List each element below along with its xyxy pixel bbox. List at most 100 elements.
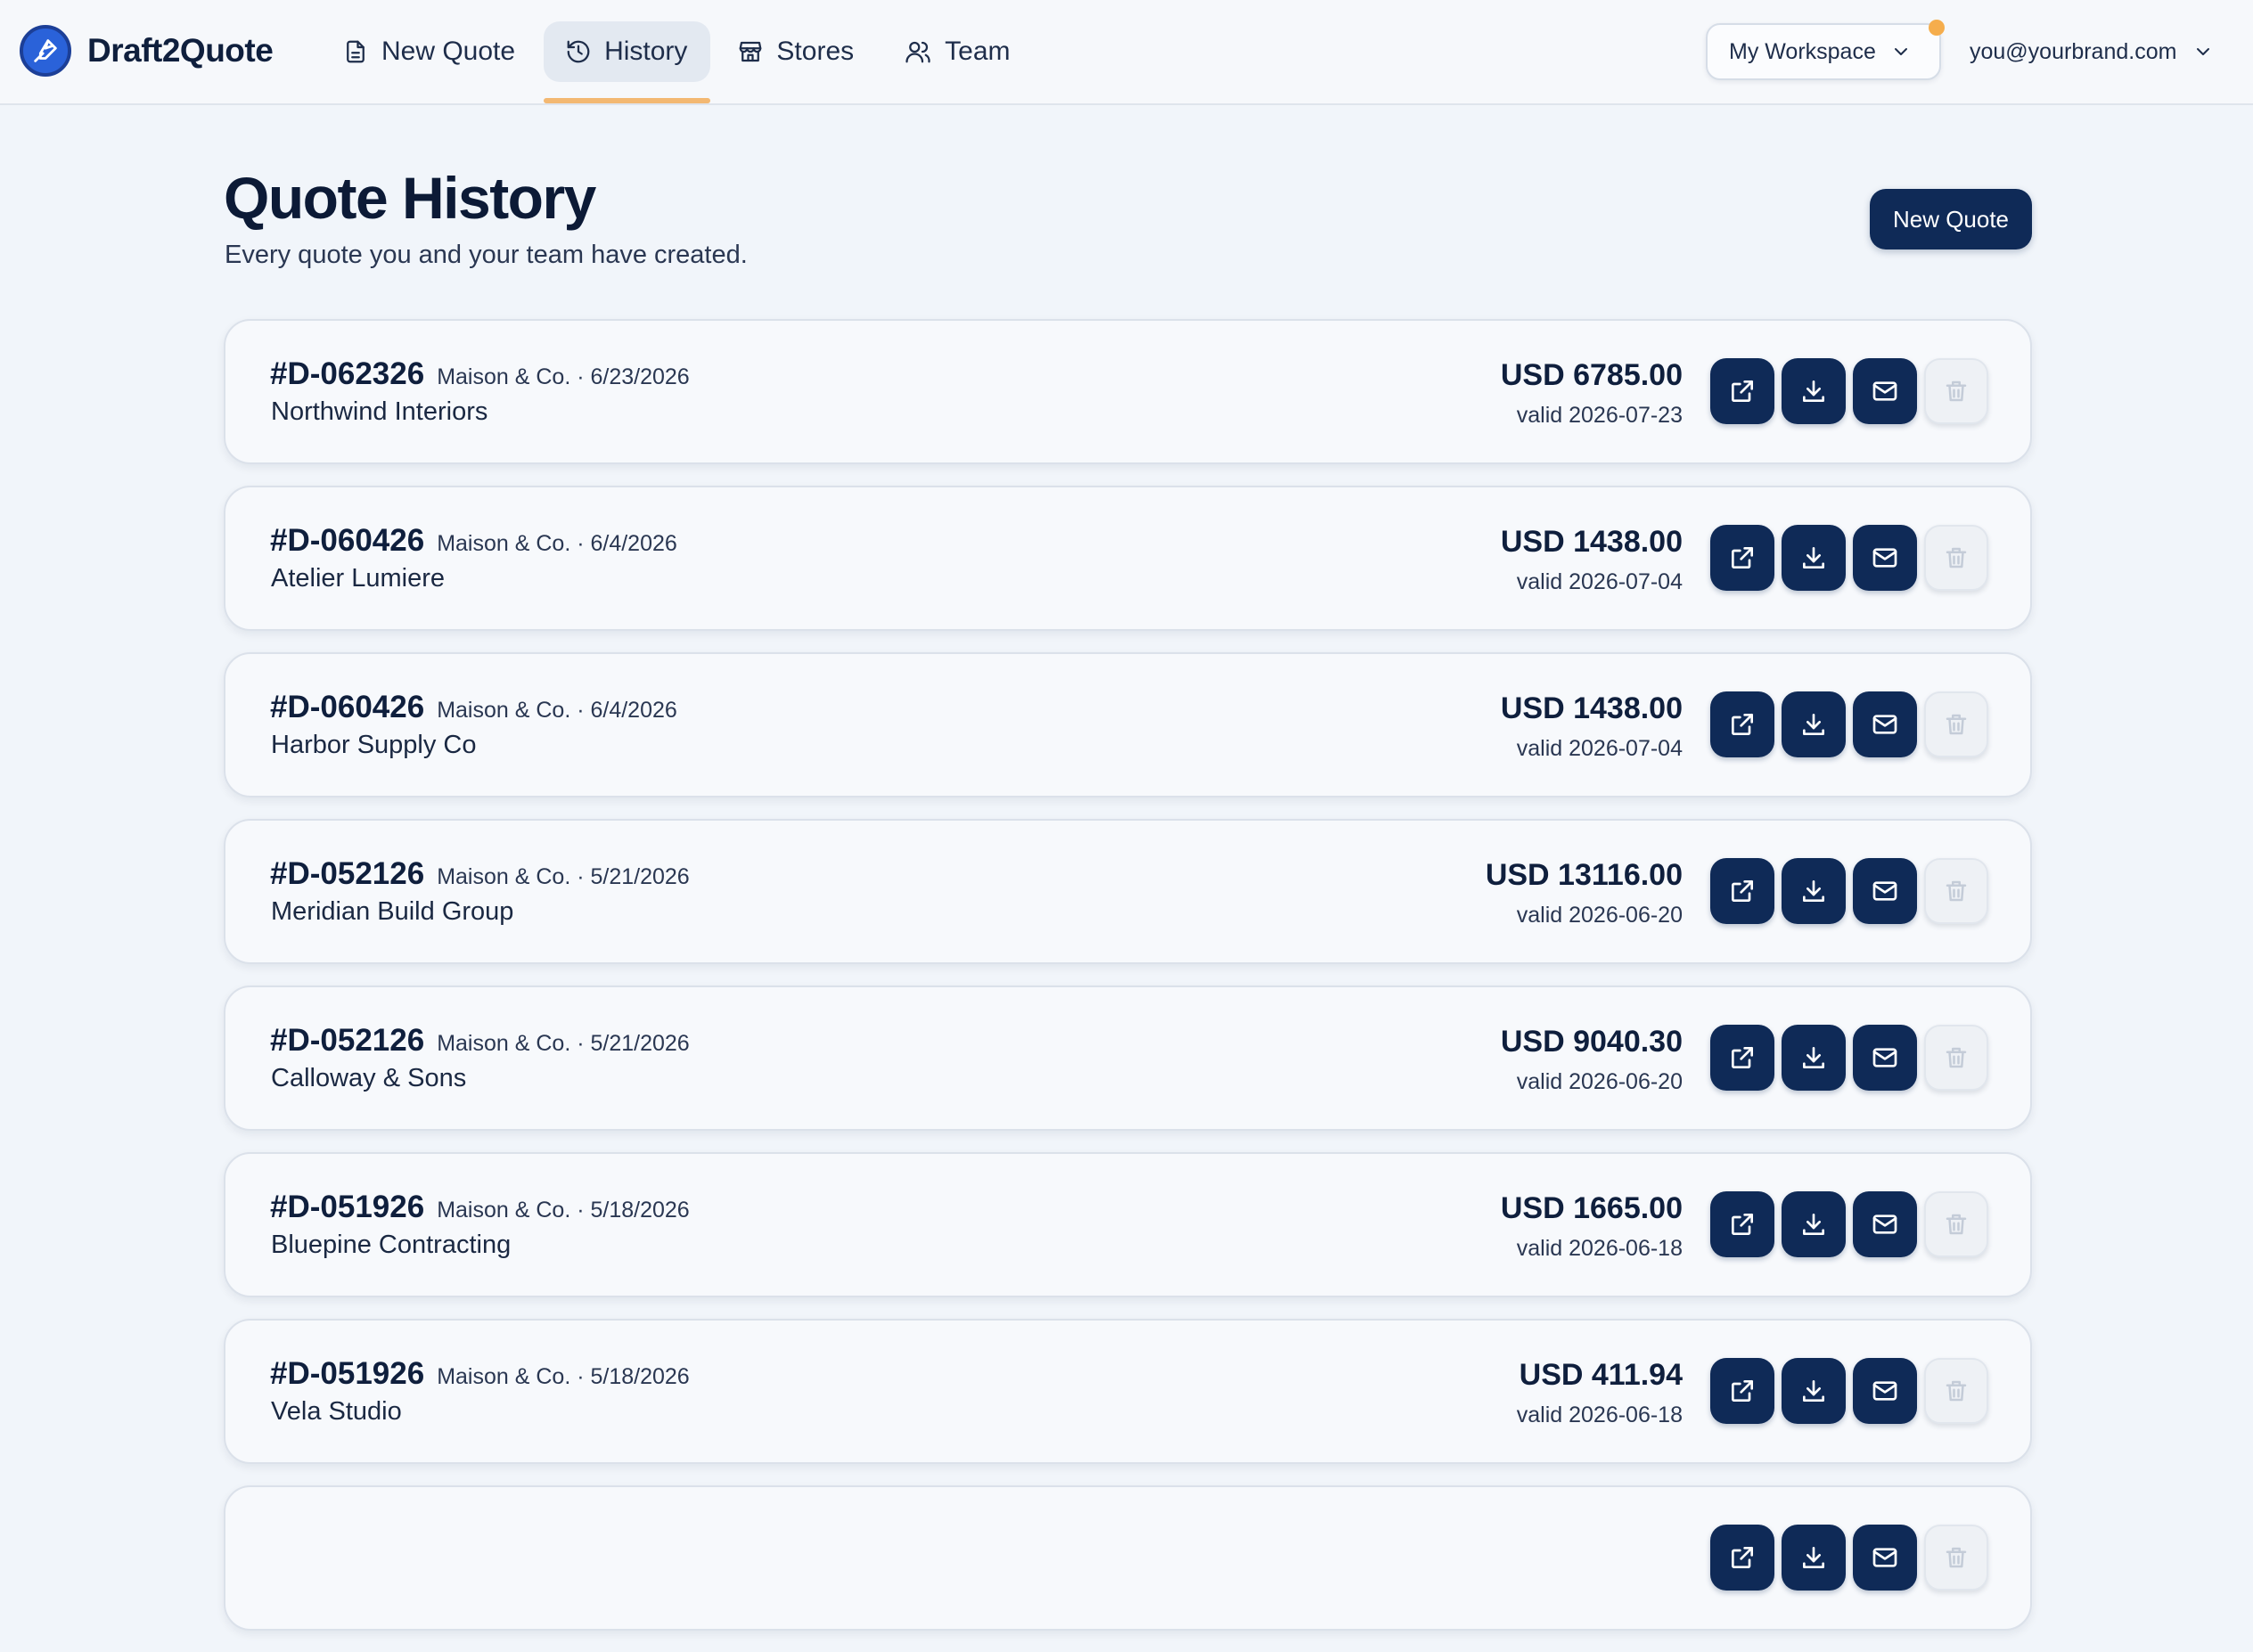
trash-icon — [1946, 547, 1967, 568]
email-button[interactable] — [1853, 1025, 1917, 1091]
trash-icon — [1946, 880, 1967, 902]
download-button[interactable] — [1782, 1191, 1846, 1257]
nav-item-stores[interactable]: Stores — [716, 21, 877, 82]
mail-icon — [1872, 548, 1897, 568]
open-external-button[interactable] — [1710, 1191, 1774, 1257]
quote-client: Meridian Build Group — [271, 897, 514, 926]
quote-header: #D-060426 Maison & Co. · 6/4/2026 — [270, 523, 677, 559]
quote-header: #D-060426 Maison & Co. · 6/4/2026 — [270, 690, 677, 725]
document-icon — [347, 40, 365, 63]
brand[interactable]: Draft2Quote — [20, 25, 274, 77]
quote-id: #D-052126 — [270, 1023, 425, 1058]
open-external-button[interactable] — [1710, 358, 1774, 424]
quote-card[interactable]: #D-060426 Maison & Co. · 6/4/2026 Harbor… — [224, 652, 2032, 797]
quote-valid-until: valid 2026-07-04 — [1516, 736, 1683, 761]
chevron-down-icon — [2197, 48, 2210, 55]
download-button[interactable] — [1782, 1525, 1846, 1591]
nav-item-team[interactable]: Team — [882, 21, 1033, 82]
mail-icon — [1872, 1214, 1897, 1234]
open-external-button[interactable] — [1710, 1525, 1774, 1591]
account-email: you@yourbrand.com — [1970, 38, 2177, 64]
email-button[interactable] — [1853, 358, 1917, 424]
store-icon — [740, 41, 762, 62]
quote-amount: USD 6785.00 — [1500, 358, 1683, 392]
quote-meta: Maison & Co. · 5/21/2026 — [437, 1031, 690, 1056]
quote-amount: USD 13116.00 — [1485, 858, 1683, 892]
email-button[interactable] — [1853, 858, 1917, 924]
quote-card[interactable] — [224, 1485, 2032, 1631]
quote-actions — [1703, 858, 1988, 924]
trash-icon — [1946, 1047, 1967, 1068]
delete-button[interactable] — [1924, 858, 1988, 924]
open-external-button[interactable] — [1710, 691, 1774, 757]
external-link-icon — [1732, 380, 1753, 402]
delete-button[interactable] — [1924, 1025, 1988, 1091]
top-navigation-bar: Draft2Quote New Quote History Stores Tea… — [0, 0, 2253, 105]
open-external-button[interactable] — [1710, 1025, 1774, 1091]
email-button[interactable] — [1853, 1525, 1917, 1591]
quote-client: Vela Studio — [271, 1397, 402, 1426]
trash-icon — [1946, 714, 1967, 735]
nav-label: Team — [945, 37, 1011, 66]
main-nav: New Quote History Stores Team — [321, 21, 1039, 103]
quote-id: #D-052126 — [270, 856, 425, 891]
delete-button[interactable] — [1924, 358, 1988, 424]
quote-valid-until: valid 2026-06-20 — [1516, 1069, 1683, 1094]
quote-meta: Maison & Co. · 5/18/2026 — [437, 1198, 690, 1223]
trash-icon — [1946, 1547, 1967, 1568]
quote-amount: USD 9040.30 — [1500, 1025, 1683, 1059]
email-button[interactable] — [1853, 1358, 1917, 1424]
download-icon — [1803, 547, 1824, 568]
quote-amount: USD 1665.00 — [1500, 1191, 1683, 1225]
page-subtitle: Every quote you and your team have creat… — [225, 241, 748, 269]
users-icon — [905, 41, 930, 63]
download-icon — [1803, 880, 1824, 902]
quote-actions — [1703, 525, 1988, 591]
open-external-button[interactable] — [1710, 525, 1774, 591]
workspace-selector[interactable]: My Workspace — [1706, 20, 1945, 80]
workspace-label: My Workspace — [1729, 38, 1876, 64]
quote-header: #D-051926 Maison & Co. · 5/18/2026 — [270, 1190, 690, 1225]
nav-item-history[interactable]: History — [544, 21, 711, 103]
quote-card[interactable]: #D-051926 Maison & Co. · 5/18/2026 Bluep… — [224, 1152, 2032, 1297]
delete-button[interactable] — [1924, 691, 1988, 757]
quote-actions — [1703, 1358, 1988, 1424]
download-icon — [1803, 1380, 1824, 1402]
download-button[interactable] — [1782, 1358, 1846, 1424]
quote-header: #D-062326 Maison & Co. · 6/23/2026 — [270, 356, 690, 392]
delete-button[interactable] — [1924, 1358, 1988, 1424]
email-button[interactable] — [1853, 1191, 1917, 1257]
quote-card[interactable]: #D-060426 Maison & Co. · 6/4/2026 Atelie… — [224, 486, 2032, 631]
quote-actions — [1703, 1191, 1988, 1257]
quote-card[interactable]: #D-062326 Maison & Co. · 6/23/2026 North… — [224, 319, 2032, 464]
open-external-button[interactable] — [1710, 858, 1774, 924]
download-button[interactable] — [1782, 525, 1846, 591]
quote-client: Bluepine Contracting — [271, 1231, 512, 1259]
download-button[interactable] — [1782, 1025, 1846, 1091]
delete-button[interactable] — [1924, 525, 1988, 591]
mail-icon — [1872, 381, 1897, 401]
download-icon — [1803, 1547, 1824, 1568]
nav-item-new-quote[interactable]: New Quote — [321, 21, 538, 82]
quote-card[interactable]: #D-052126 Maison & Co. · 5/21/2026 Merid… — [224, 819, 2032, 964]
new-quote-button[interactable]: New Quote — [1870, 189, 2032, 249]
download-button[interactable] — [1782, 691, 1846, 757]
quote-card[interactable]: #D-052126 Maison & Co. · 5/21/2026 Callo… — [224, 985, 2032, 1131]
download-button[interactable] — [1782, 858, 1846, 924]
mail-icon — [1872, 1048, 1897, 1067]
delete-button[interactable] — [1924, 1191, 1988, 1257]
delete-button[interactable] — [1924, 1525, 1988, 1591]
download-button[interactable] — [1782, 358, 1846, 424]
quote-amount: USD 1438.00 — [1500, 691, 1683, 725]
external-link-icon — [1732, 1047, 1753, 1068]
mail-icon — [1872, 881, 1897, 901]
account-menu[interactable]: you@yourbrand.com — [1970, 32, 2214, 71]
quote-meta: Maison & Co. · 5/18/2026 — [437, 1364, 690, 1389]
quote-card[interactable]: #D-051926 Maison & Co. · 5/18/2026 Vela … — [224, 1319, 2032, 1464]
email-button[interactable] — [1853, 691, 1917, 757]
nav-label: History — [604, 37, 688, 66]
quote-meta: Maison & Co. · 6/23/2026 — [437, 364, 690, 389]
open-external-button[interactable] — [1710, 1358, 1774, 1424]
external-link-icon — [1732, 1214, 1753, 1235]
email-button[interactable] — [1853, 525, 1917, 591]
